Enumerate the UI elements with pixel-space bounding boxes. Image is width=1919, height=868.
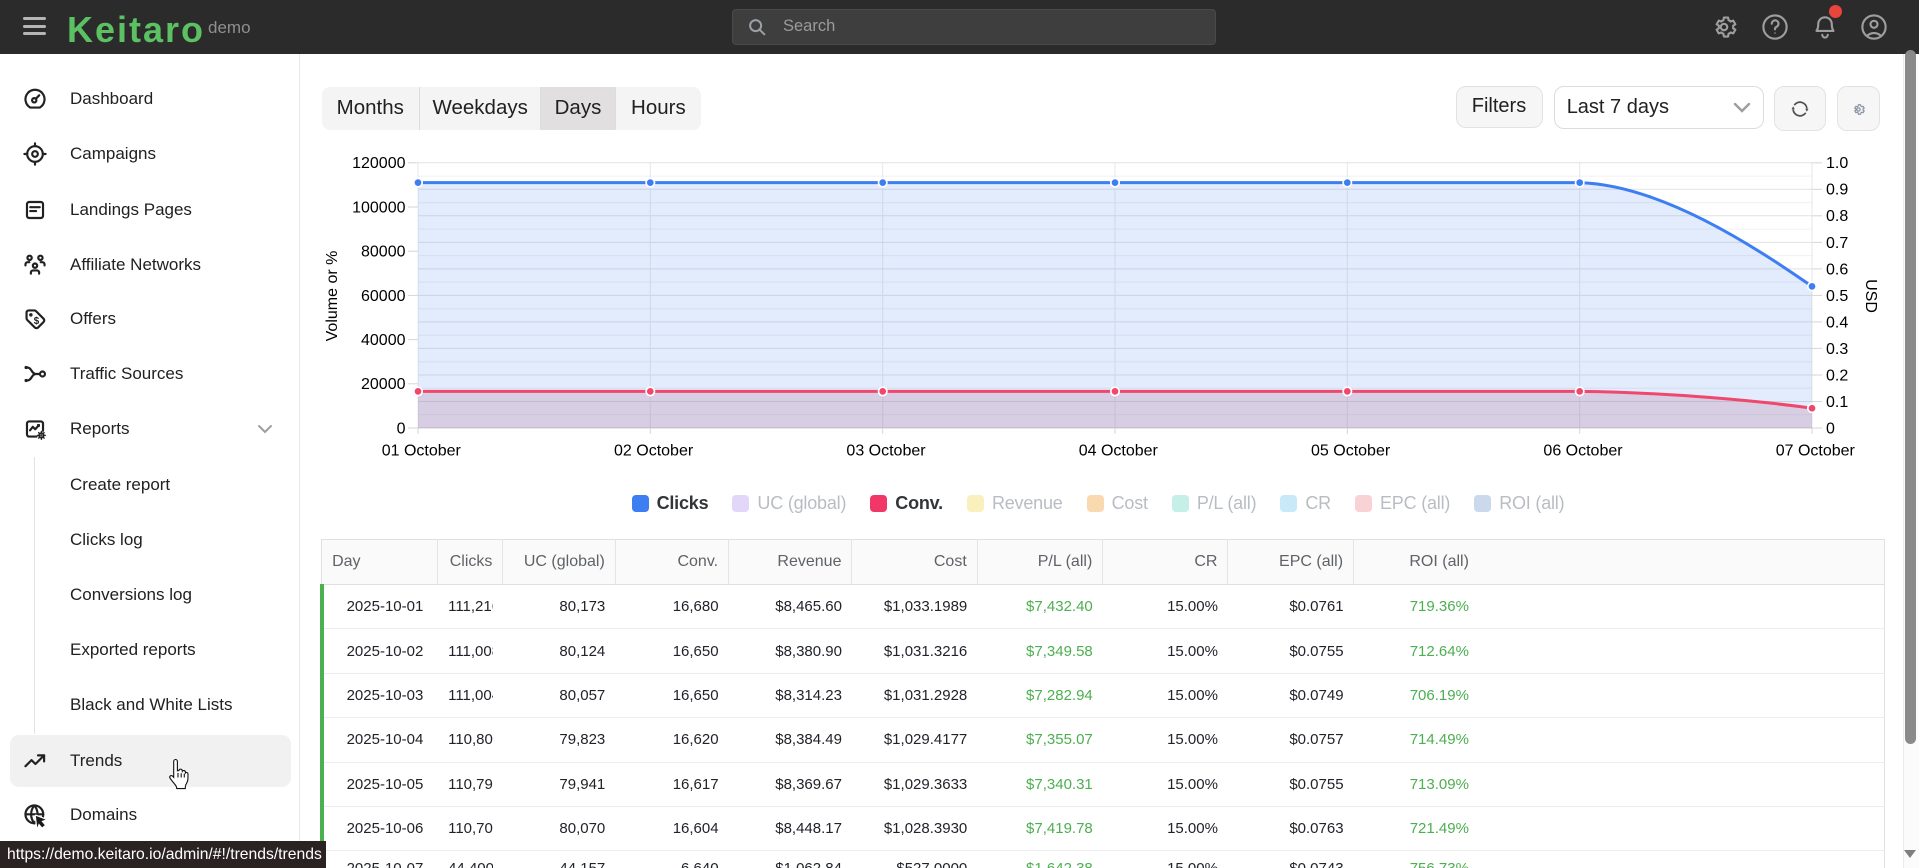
svg-text:0.1: 0.1 bbox=[1826, 394, 1848, 411]
svg-text:0.3: 0.3 bbox=[1826, 341, 1848, 358]
svg-text:80000: 80000 bbox=[361, 244, 406, 261]
svg-text:0.5: 0.5 bbox=[1826, 288, 1848, 305]
svg-text:40000: 40000 bbox=[361, 332, 406, 349]
svg-text:04 October: 04 October bbox=[1079, 442, 1159, 459]
svg-text:0.8: 0.8 bbox=[1826, 208, 1848, 225]
svg-text:06 October: 06 October bbox=[1543, 442, 1623, 459]
svg-text:0.9: 0.9 bbox=[1826, 182, 1848, 199]
svg-text:20000: 20000 bbox=[361, 376, 406, 393]
svg-text:0: 0 bbox=[397, 420, 406, 437]
svg-text:01 October: 01 October bbox=[382, 442, 462, 459]
svg-text:Volume or %: Volume or % bbox=[324, 251, 341, 342]
svg-text:USD: USD bbox=[1862, 279, 1879, 313]
svg-text:120000: 120000 bbox=[352, 155, 405, 172]
svg-text:0.7: 0.7 bbox=[1826, 235, 1848, 252]
svg-text:0: 0 bbox=[1826, 420, 1835, 437]
svg-text:0.6: 0.6 bbox=[1826, 261, 1848, 278]
svg-text:60000: 60000 bbox=[361, 288, 406, 305]
svg-text:05 October: 05 October bbox=[1311, 442, 1391, 459]
svg-text:07 October: 07 October bbox=[1776, 442, 1856, 459]
svg-text:100000: 100000 bbox=[352, 199, 405, 216]
svg-text:02 October: 02 October bbox=[614, 442, 694, 459]
svg-text:03 October: 03 October bbox=[846, 442, 926, 459]
svg-text:1.0: 1.0 bbox=[1826, 155, 1848, 172]
svg-text:$: $ bbox=[34, 316, 40, 327]
svg-text:0.2: 0.2 bbox=[1826, 367, 1848, 384]
svg-text:0.4: 0.4 bbox=[1826, 314, 1848, 331]
